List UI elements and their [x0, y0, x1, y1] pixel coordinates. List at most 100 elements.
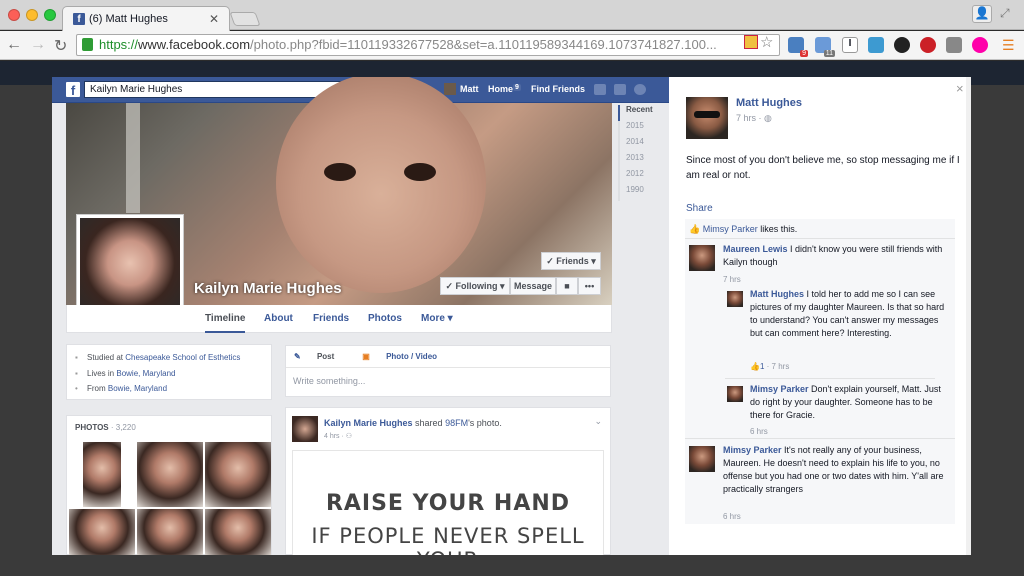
- composer-photo-tab: ▣ Photo / Video: [362, 352, 438, 361]
- commenter-name-link[interactable]: Mimsy Parker: [723, 445, 782, 455]
- address-bar[interactable]: https://www.facebook.com/photo.php?fbid=…: [76, 34, 780, 56]
- friend-requests-icon: [594, 84, 606, 95]
- camera-extension-icon[interactable]: [894, 37, 910, 53]
- post-image: RAISE YOUR HAND IF PEOPLE NEVER SPELL YO…: [292, 450, 604, 555]
- author-name-link[interactable]: Matt Hughes: [736, 97, 802, 109]
- profile-name: Kailyn Marie Hughes: [194, 280, 342, 297]
- tab-friends: Friends: [313, 313, 350, 324]
- browser-tab-bar: f (6) Matt Hughes ✕ 👤 ⤢: [0, 0, 1024, 31]
- status-text: Since most of you don't believe me, so s…: [686, 155, 960, 181]
- back-icon[interactable]: ←: [6, 36, 22, 54]
- commenter-name-link[interactable]: Maureen Lewis: [723, 244, 788, 254]
- comment-meta: 👍1 · 7 hrs: [750, 360, 789, 373]
- comment: Maureen Lewis I didn't know you were sti…: [685, 239, 955, 286]
- minimize-window-button[interactable]: [26, 9, 38, 21]
- mail-extension-icon[interactable]: 9: [788, 37, 808, 57]
- comment-reply: Mimsy Parker Don't explain yourself, Mat…: [685, 378, 955, 438]
- pinterest-icon[interactable]: [920, 37, 936, 53]
- thumbs-up-icon: 👍: [750, 362, 760, 371]
- year-navigator: Recent 2015 2014 2013 2012 1990: [618, 105, 668, 201]
- calendar-extension-icon[interactable]: 11: [815, 37, 835, 57]
- year-item: 2015: [618, 121, 668, 137]
- chevron-down-icon: ⌄: [594, 416, 602, 426]
- photos-header: PHOTOS · 3,220: [75, 423, 136, 432]
- instapaper-extension-icon[interactable]: I: [842, 37, 858, 53]
- commenter-avatar[interactable]: [727, 386, 743, 402]
- post-timestamp[interactable]: 7 hrs · ◍: [736, 113, 772, 124]
- close-icon[interactable]: ×: [956, 81, 964, 96]
- liker-link[interactable]: Mimsy Parker: [703, 224, 758, 234]
- composer-tabs: ✎ Post ▣ Photo / Video: [294, 352, 465, 361]
- reload-icon[interactable]: ↻: [54, 36, 67, 56]
- new-tab-button[interactable]: [229, 12, 261, 26]
- commenter-avatar[interactable]: [727, 291, 743, 307]
- browser-tab[interactable]: f (6) Matt Hughes ✕: [62, 6, 230, 31]
- thumbs-up-icon: 👍: [689, 224, 703, 234]
- nav-user: Matt: [460, 84, 479, 94]
- menu-icon[interactable]: ☰: [1002, 37, 1015, 54]
- video-call-icon: ■: [556, 277, 578, 295]
- profile-icon[interactable]: 👤: [972, 5, 992, 23]
- commenter-name-link[interactable]: Matt Hughes: [750, 289, 804, 299]
- stack-extension-icon[interactable]: [946, 37, 962, 53]
- commenter-name-link[interactable]: Mimsy Parker: [750, 384, 809, 394]
- messages-icon: [614, 84, 626, 95]
- tab-title: (6) Matt Hughes: [89, 13, 168, 25]
- from-row: • From Bowie, Maryland: [75, 384, 168, 393]
- bookmark-extension-icon[interactable]: [744, 35, 758, 49]
- close-window-button[interactable]: [8, 9, 20, 21]
- share-link[interactable]: Share: [686, 203, 713, 214]
- friends-audience-icon: ⚇: [345, 433, 353, 440]
- likes-summary: 👍 Mimsy Parker likes this.: [685, 219, 955, 239]
- ring-extension-icon[interactable]: [972, 37, 988, 53]
- comment-time[interactable]: 7 hrs: [723, 273, 741, 286]
- url-scheme: https://: [99, 37, 139, 52]
- lives-row: ▪ Lives in Bowie, Maryland: [75, 369, 176, 378]
- url-path: /photo.php?fbid=110119332677528&set=a.11…: [250, 37, 717, 52]
- photo-thumbnail: [205, 509, 271, 555]
- school-icon: ▪: [75, 353, 78, 362]
- post-image-line2: IF PEOPLE NEVER SPELL YOUR: [311, 524, 585, 555]
- close-tab-icon[interactable]: ✕: [209, 12, 219, 26]
- photo-viewer: f Kailyn Marie Hughes ⌕ Matt Home 9 Find…: [52, 77, 971, 555]
- commenter-avatar[interactable]: [689, 245, 715, 271]
- author-avatar[interactable]: [686, 97, 728, 139]
- tab-timeline: Timeline: [205, 313, 246, 333]
- more-options-button: •••: [578, 277, 601, 295]
- profile-tabs: Timeline About Friends Photos More ▾: [66, 305, 612, 333]
- friends-button: ✓ Friends ▾: [541, 252, 601, 270]
- facebook-favicon-icon: f: [73, 13, 85, 25]
- message-button: Message: [510, 277, 556, 295]
- post-composer: ✎ Post ▣ Photo / Video Write something...: [285, 345, 611, 397]
- composer-placeholder: Write something...: [293, 376, 366, 386]
- post-header: Kailyn Marie Hughes shared 98FM's photo.: [324, 418, 502, 428]
- post-image-line1: RAISE YOUR HAND: [325, 491, 571, 516]
- comment-time[interactable]: 6 hrs: [750, 425, 768, 438]
- home-icon: ▪: [75, 369, 78, 378]
- school-link: Chesapeake School of Esthetics: [125, 353, 241, 362]
- photo-thumbnail: [205, 442, 271, 507]
- window-extension-icon[interactable]: [868, 37, 884, 53]
- year-item: 2012: [618, 169, 668, 185]
- year-item: 2013: [618, 153, 668, 169]
- commenter-avatar[interactable]: [689, 446, 715, 472]
- year-item: 1990: [618, 185, 668, 201]
- shared-post: Kailyn Marie Hughes shared 98FM's photo.…: [285, 407, 611, 555]
- photos-card: PHOTOS · 3,220: [66, 415, 272, 555]
- tab-photos: Photos: [368, 313, 402, 324]
- panel-scrollbar[interactable]: [966, 77, 971, 555]
- url-host: www.facebook.com: [138, 37, 251, 52]
- comment-time[interactable]: 6 hrs: [723, 510, 741, 523]
- comment-reply: Matt Hughes I told her to add me so I ca…: [685, 286, 955, 378]
- forward-icon[interactable]: →: [30, 36, 46, 54]
- maximize-window-button[interactable]: [44, 9, 56, 21]
- following-button: ✓ Following ▾: [440, 277, 510, 295]
- nav-find-friends: Find Friends: [531, 84, 585, 94]
- fullscreen-icon[interactable]: ⤢: [1000, 6, 1010, 21]
- lives-link: Bowie, Maryland: [116, 369, 176, 378]
- star-icon[interactable]: ☆: [760, 33, 773, 51]
- studied-row: ▪ Studied at Chesapeake School of Estheti…: [75, 353, 241, 362]
- photo-thumbnail: [137, 509, 203, 555]
- comment-time[interactable]: · 7 hrs: [764, 362, 790, 371]
- location-pin-icon: •: [75, 384, 78, 393]
